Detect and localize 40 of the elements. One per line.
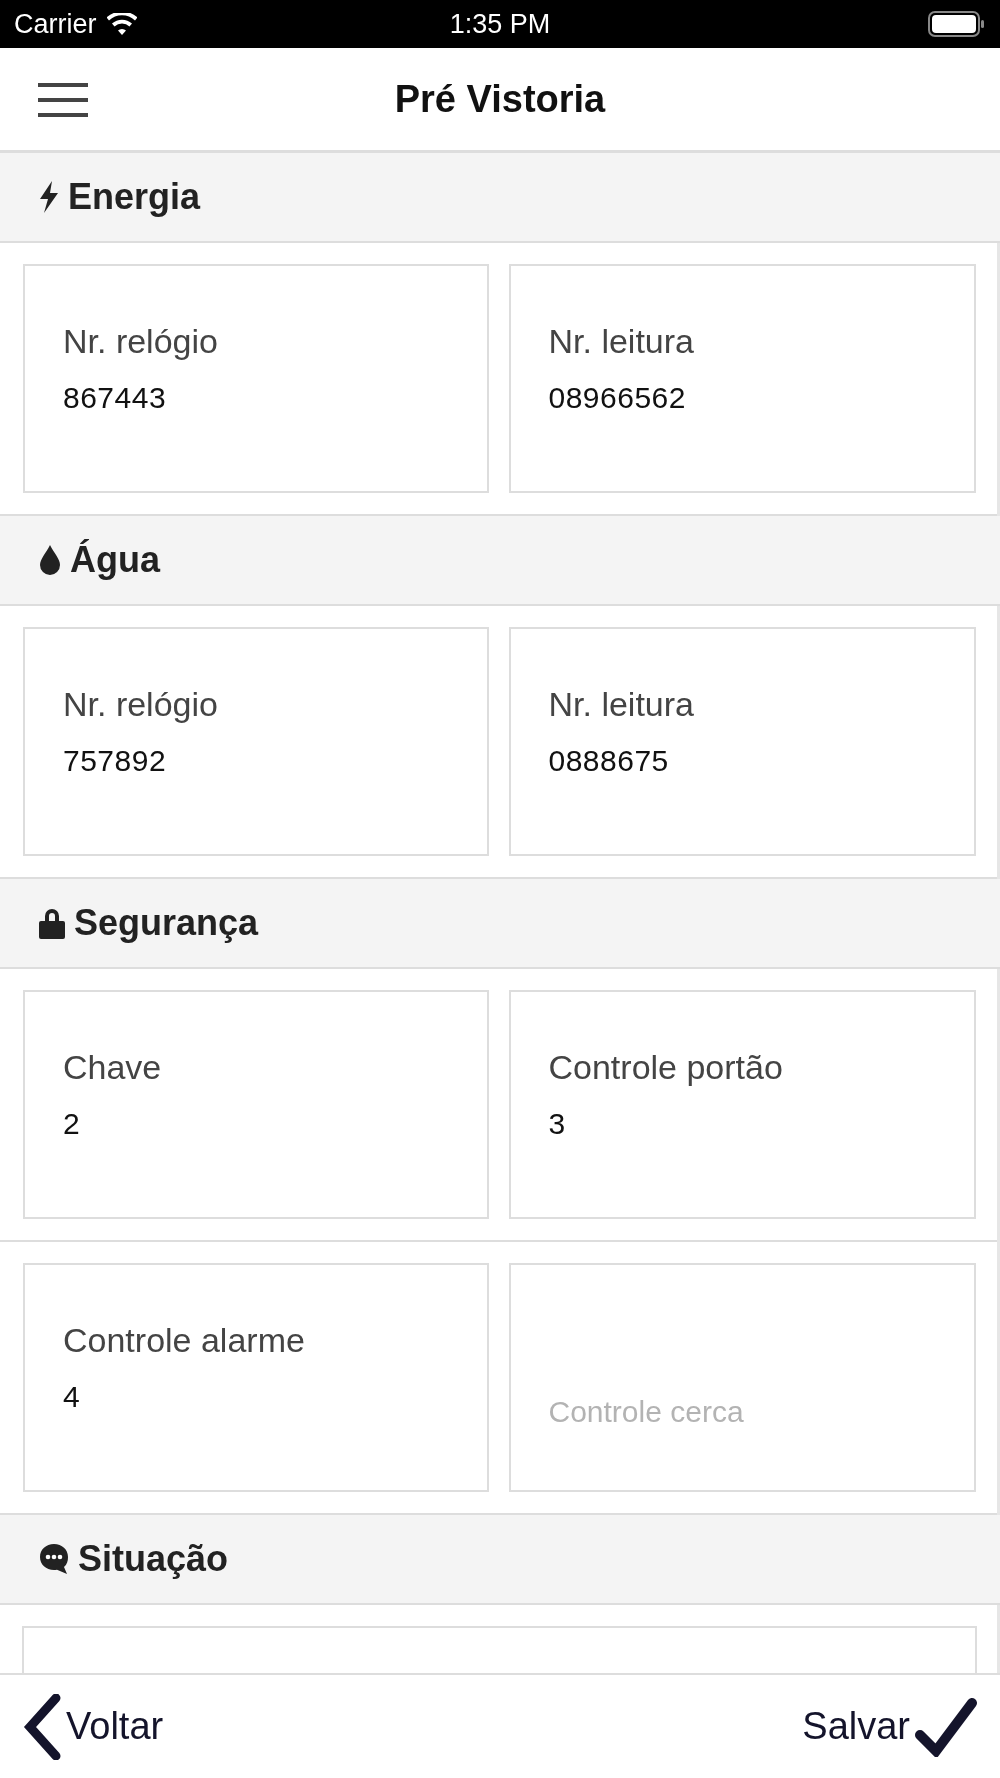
- carrier-name: Carrier: [14, 8, 97, 40]
- chat-icon: [38, 1543, 70, 1575]
- section-title: Segurança: [74, 902, 259, 944]
- input-field[interactable]: Controle alarme 4: [23, 1263, 489, 1492]
- section-title: Situação: [78, 1538, 229, 1580]
- bolt-icon: [38, 181, 60, 213]
- field-label: Chave: [63, 1048, 163, 1087]
- wifi-icon: [106, 13, 137, 35]
- field-value: 3: [548, 1107, 567, 1141]
- input-field[interactable]: Nr. leitura 0888675: [508, 627, 976, 856]
- field-value: 4: [63, 1380, 82, 1414]
- field-label: Nr. leitura: [548, 685, 695, 724]
- input-field[interactable]: Nr. relógio 757892: [23, 627, 489, 856]
- battery-icon: [928, 11, 986, 37]
- field-value: 2: [63, 1107, 82, 1141]
- field-value: 0888675: [548, 744, 670, 778]
- field-label: Nr. relógio: [63, 322, 219, 361]
- input-field[interactable]: Nr. leitura 08966562: [508, 264, 976, 493]
- status-time: 1:35 PM: [449, 8, 551, 40]
- field-label: Controle alarme: [63, 1321, 306, 1360]
- field-label: Nr. leitura: [548, 322, 695, 361]
- field-placeholder: Controle cerca: [548, 1395, 745, 1429]
- field-value: 757892: [63, 744, 168, 778]
- lock-icon: [38, 907, 66, 939]
- section-title: Água: [70, 539, 160, 581]
- menu-icon[interactable]: [38, 83, 88, 117]
- drop-icon: [38, 544, 62, 576]
- input-field[interactable]: Controle portão 3: [508, 990, 976, 1219]
- save-button[interactable]: Salvar: [802, 1696, 978, 1757]
- field-value: 867443: [63, 381, 168, 415]
- back-button[interactable]: Voltar: [22, 1693, 164, 1760]
- chevron-left-icon: [22, 1693, 62, 1760]
- section-title: Energia: [68, 176, 201, 218]
- input-field[interactable]: Nr. relógio 867443: [23, 264, 489, 493]
- field-value: 08966562: [548, 381, 687, 415]
- check-icon: [914, 1696, 978, 1757]
- field-label: Nr. relógio: [63, 685, 219, 724]
- field-label: Controle portão: [548, 1048, 784, 1087]
- input-field[interactable]: Chave 2: [23, 990, 489, 1219]
- page-title: Pré Vistoria: [394, 77, 606, 121]
